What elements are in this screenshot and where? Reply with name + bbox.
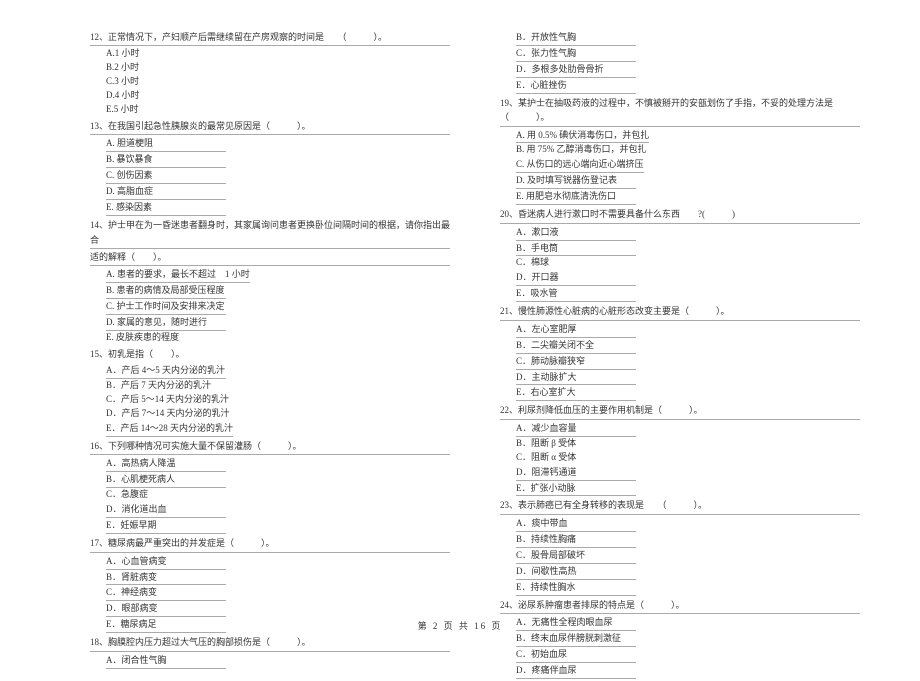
option-c: C.3 小时 (90, 75, 450, 89)
question-16: 16、下列哪种情况可实施大量不保留灌肠（ ）。 A．高热病人降温 B．心肌梗死病… (90, 439, 450, 534)
two-column-layout: 12、正常情况下，产妇顺产后需继续留在产房观察的时间是 （ ）。 A.1 小时 … (90, 30, 860, 681)
option-d: D．眼部病变 (106, 602, 226, 617)
option-a: A．左心室肥厚 (516, 323, 636, 338)
option-c: C. 护士工作时间及安排来决定 (106, 300, 226, 315)
question-title: 22、利尿剂降低血压的主要作用机制是（ ）。 (500, 403, 860, 419)
question-23: 23、表示肺癌已有全身转移的表现是 （ ）。 A．痰中带血 B．持续性胸痛 C．… (500, 498, 860, 595)
option-a: A. 用 0.5% 碘伏消毒伤口，并包扎 (516, 129, 649, 144)
option-c: C．棉球 (500, 256, 860, 270)
option-c: C．产后 5～14 天内分泌的乳汁 (90, 393, 450, 407)
option-b: B．产后 7 天内分泌的乳汁 (90, 379, 450, 393)
option-b: B. 患者的病情及局部受压程度 (106, 284, 226, 299)
option-e: E．右心室扩大 (516, 386, 636, 401)
question-14: 14、护士甲在为一昏迷患者翻身时，其家属询问患者更换卧位间隔时间的根据，请你指出… (90, 218, 450, 345)
question-title: 16、下列哪种情况可实施大量不保留灌肠（ ）。 (90, 439, 450, 455)
option-e: E. 感染因素 (106, 201, 226, 216)
option-c: C．股骨局部破坏 (516, 549, 636, 564)
question-22: 22、利尿剂降低血压的主要作用机制是（ ）。 A．减少血容量 B．阻断 β 受体… (500, 403, 860, 496)
question-title: 19、某护士在抽吸药液的过程中，不慎被掰开的安瓿划伤了手指，不妥的处理方法是（ … (500, 96, 860, 127)
option-a: A.1 小时 (90, 47, 450, 61)
option-e: E. 皮肤疾患的程度 (90, 331, 450, 345)
option-d: D．间歇性高热 (516, 565, 636, 580)
option-a: A. 患者的要求，最长不超过 1 小时 (106, 268, 250, 283)
option-a: A．漱口液 (516, 226, 636, 241)
question-19: 19、某护士在抽吸药液的过程中，不慎被掰开的安瓿划伤了手指，不妥的处理方法是（ … (500, 96, 860, 205)
question-title: 21、慢性肺源性心脏病的心脏形态改变主要是（ ）。 (500, 304, 860, 320)
left-column: 12、正常情况下，产妇顺产后需继续留在产房观察的时间是 （ ）。 A.1 小时 … (90, 30, 450, 681)
option-e: E．持续性胸水 (516, 581, 636, 596)
option-e: E．吸水管 (516, 287, 636, 302)
option-e: E．心脏挫伤 (516, 79, 636, 94)
option-e: E.5 小时 (90, 103, 450, 117)
question-24: 24、泌尿系肿瘤患者排尿的特点是（ ）。 A．无痛性全程肉眼血尿 B．终末血尿伴… (500, 598, 860, 679)
option-a: A．痰中带血 (516, 517, 636, 532)
option-c: C．初始血尿 (516, 648, 636, 663)
option-a: A. 胆道梗阻 (106, 137, 226, 152)
option-d: D．疼痛伴血尿 (516, 664, 636, 679)
option-c: C．神经病变 (106, 586, 226, 601)
option-b: B．心肌梗死病人 (106, 473, 226, 488)
option-a: A．产后 4～5 天内分泌的乳汁 (106, 364, 226, 379)
option-c: C．张力性气胸 (516, 47, 636, 62)
option-a: A．减少血容量 (516, 422, 636, 437)
option-d: D．主动脉扩大 (516, 371, 636, 386)
option-b: B.2 小时 (90, 61, 450, 75)
option-b: B. 暴饮暴食 (106, 153, 226, 168)
question-title: 24、泌尿系肿瘤患者排尿的特点是（ ）。 (500, 598, 860, 614)
question-20: 20、昏迷病人进行漱口时不需要具备什么东西 ?( ) A．漱口液 B．手电筒 C… (500, 207, 860, 302)
question-title: 17、糖尿病最严重突出的并发症是（ ）。 (90, 536, 450, 552)
question-title-line1: 14、护士甲在为一昏迷患者翻身时，其家属询问患者更换卧位间隔时间的根据，请你指出… (90, 218, 450, 249)
question-12: 12、正常情况下，产妇顺产后需继续留在产房观察的时间是 （ ）。 A.1 小时 … (90, 30, 450, 117)
option-d: D. 家属的意见，随时进行 (106, 316, 226, 331)
right-column: B．开放性气胸 C．张力性气胸 D．多根多处肋骨骨折 E．心脏挫伤 19、某护士… (500, 30, 860, 681)
question-21: 21、慢性肺源性心脏病的心脏形态改变主要是（ ）。 A．左心室肥厚 B．二尖瓣关… (500, 304, 860, 401)
option-b: B. 用 75% 乙醇消毒伤口，并包扎 (500, 143, 860, 157)
question-title: 12、正常情况下，产妇顺产后需继续留在产房观察的时间是 （ ）。 (90, 30, 450, 46)
option-d: D. 高脂血症 (106, 185, 226, 200)
page-footer: 第 2 页 共 16 页 (0, 619, 920, 632)
question-title: 20、昏迷病人进行漱口时不需要具备什么东西 ?( ) (500, 207, 860, 223)
option-e: E．产后 14～28 天内分泌的乳汁 (106, 422, 233, 437)
option-d: D．阻滞钙通道 (516, 466, 636, 481)
option-b: B．终末血尿伴膀胱刺激征 (516, 632, 636, 647)
option-c: C．急腹症 (90, 488, 450, 502)
option-b: B．持续性胸痛 (516, 533, 636, 548)
question-13: 13、在我国引起急性胰腺炎的最常见原因是（ ）。 A. 胆道梗阻 B. 暴饮暴食… (90, 119, 450, 216)
option-e: E．妊娠早期 (106, 519, 226, 534)
option-b: B．开放性气胸 (516, 31, 636, 46)
option-d: D.4 小时 (90, 89, 450, 103)
question-18-continued: B．开放性气胸 C．张力性气胸 D．多根多处肋骨骨折 E．心脏挫伤 (500, 30, 860, 94)
question-title: 13、在我国引起急性胰腺炎的最常见原因是（ ）。 (90, 119, 450, 135)
option-c: C. 创伤因素 (106, 169, 226, 184)
option-d: D．开口器 (516, 271, 636, 286)
option-e: E. 用肥皂水彻底清洗伤口 (516, 190, 636, 205)
option-b: B．肾脏病变 (106, 571, 226, 586)
option-d: D．消化道出血 (106, 503, 226, 518)
option-e: E．扩张小动脉 (516, 482, 636, 497)
option-b: B．手电筒 (516, 242, 636, 257)
question-title: 15、初乳是指（ ）。 (90, 347, 450, 362)
option-c: C．阻断 α 受体 (500, 451, 860, 465)
option-c: C．肺动脉瓣狭窄 (516, 355, 636, 370)
option-b: B．阻断 β 受体 (500, 437, 860, 451)
option-c: C. 从伤口的远心端向近心端挤压 (516, 158, 644, 173)
option-a: A．闭合性气胸 (106, 654, 226, 669)
option-d: D．多根多处肋骨骨折 (516, 63, 636, 78)
option-d: D. 及时填写锐器伤登记表 (516, 174, 636, 189)
question-18: 18、胸膜腔内压力超过大气压的胸部损伤是（ ）。 A．闭合性气胸 (90, 635, 450, 668)
question-title: 23、表示肺癌已有全身转移的表现是 （ ）。 (500, 498, 860, 514)
option-a: A．高热病人降温 (106, 457, 226, 472)
question-15: 15、初乳是指（ ）。 A．产后 4～5 天内分泌的乳汁 B．产后 7 天内分泌… (90, 347, 450, 437)
question-title: 18、胸膜腔内压力超过大气压的胸部损伤是（ ）。 (90, 635, 450, 651)
option-b: B．二尖瓣关闭不全 (516, 339, 636, 354)
option-d: D．产后 7～14 天内分泌的乳汁 (90, 407, 450, 421)
question-title-line2: 适的解释（ ）。 (90, 250, 450, 266)
option-a: A．心血管病变 (106, 555, 226, 570)
